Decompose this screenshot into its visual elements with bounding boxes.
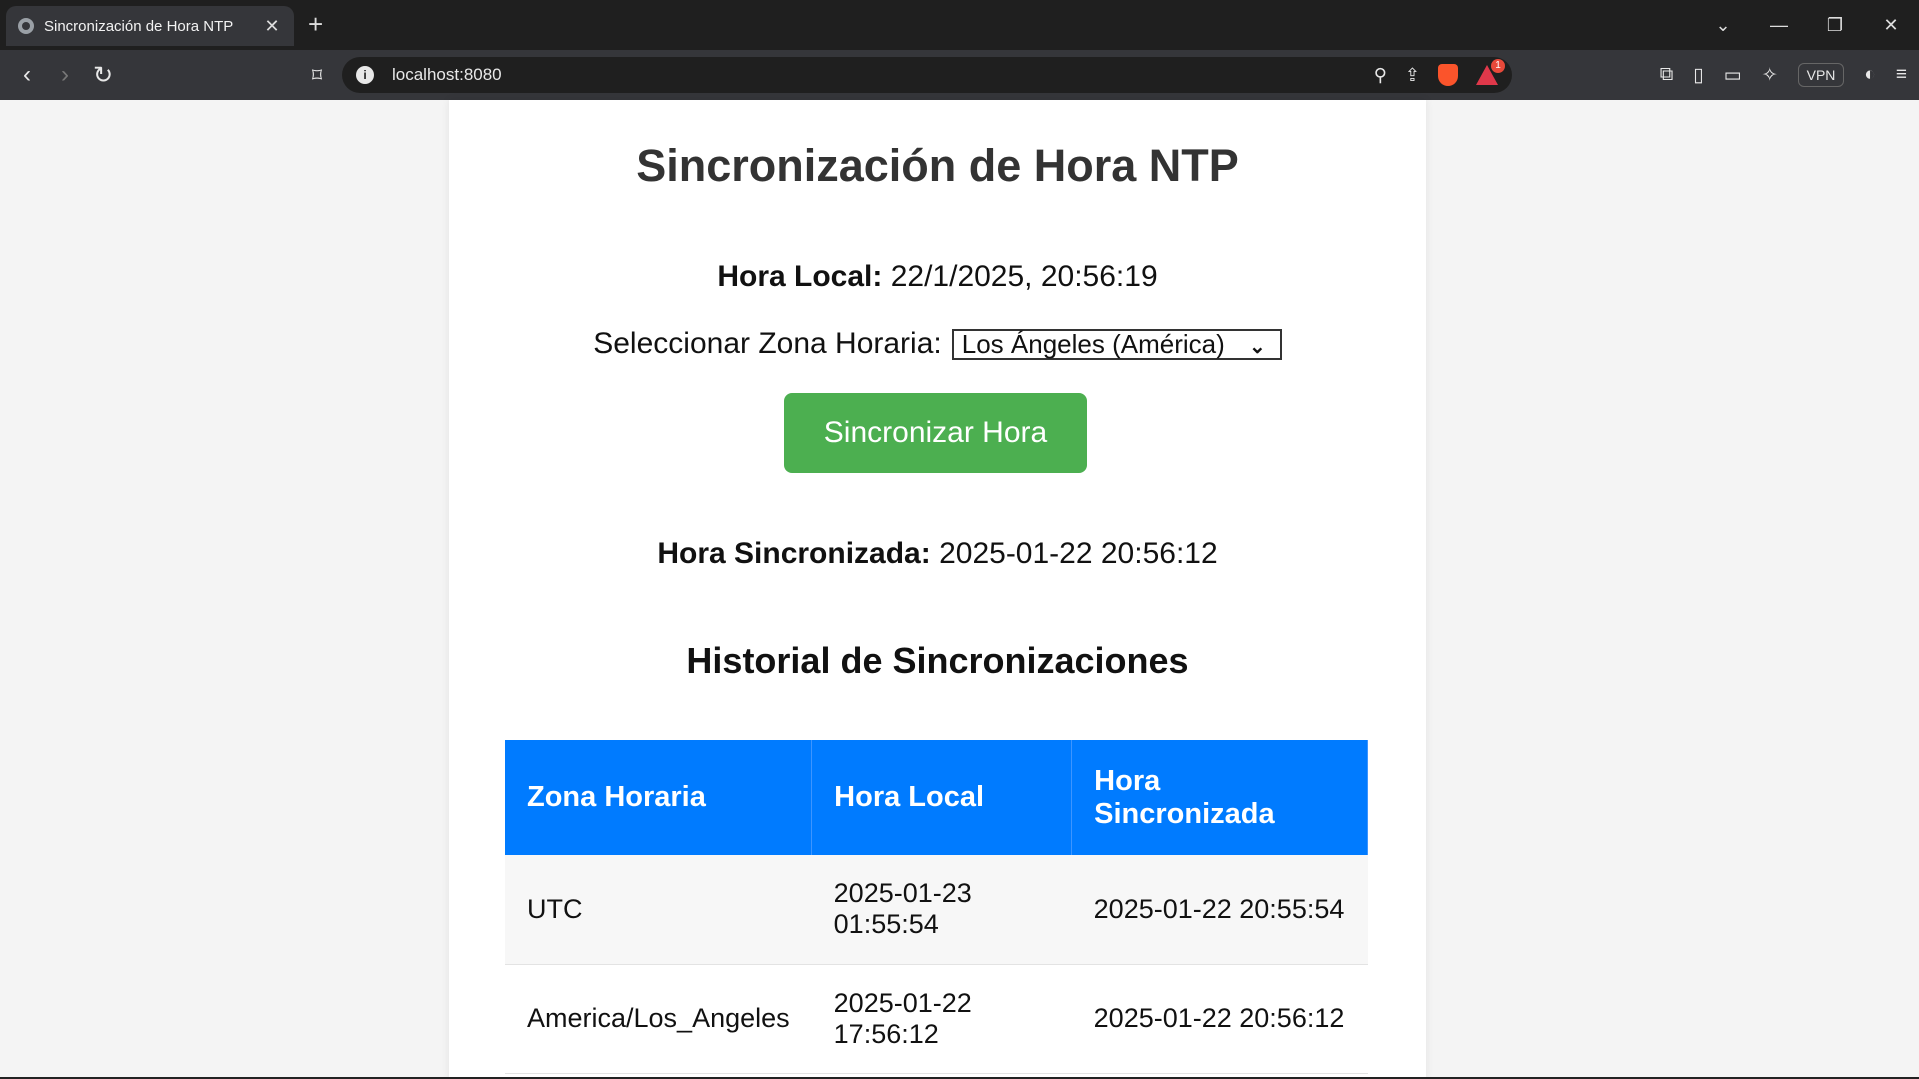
table-cell: UTC (505, 855, 812, 965)
history-heading: Historial de Sincronizaciones (686, 640, 1189, 681)
close-tab-icon[interactable]: ✕ (262, 16, 282, 37)
leo-ai-icon[interactable]: ✧ (1762, 64, 1778, 87)
history-table: Zona Horaria Hora Local Hora Sincronizad… (505, 740, 1368, 1074)
table-cell: America/Los_Angeles (505, 964, 812, 1074)
timezone-selected-value: Los Ángeles (América) (961, 328, 1225, 359)
globe-icon (18, 18, 34, 34)
local-time: Hora Local: 22/1/2025, 20:56:19 (449, 260, 1426, 294)
menu-icon[interactable]: ≡ (1896, 64, 1907, 86)
tab-list-chevron-icon[interactable]: ⌄ (1695, 15, 1751, 36)
page-container: Sincronización de Hora NTP Hora Local: 2… (449, 100, 1426, 1079)
table-cell: 2025-01-22 17:56:12 (811, 964, 1072, 1074)
column-header: Zona Horaria (505, 740, 813, 855)
forward-icon[interactable]: › (46, 61, 84, 89)
table-cell: 2025-01-22 20:56:12 (1071, 964, 1368, 1074)
column-header: Hora Sincronizada (1071, 740, 1368, 855)
new-tab-button[interactable]: + (308, 9, 323, 40)
synced-time: Hora Sincronizada: 2025-01-22 20:56:12 (449, 537, 1426, 571)
table-row: America/Los_Angeles 2025-01-22 17:56:12 … (505, 964, 1368, 1074)
profile-icon[interactable]: ◐ (1864, 64, 1875, 86)
timezone-label: Seleccionar Zona Horaria: (593, 327, 942, 360)
table-cell: 2025-01-23 01:55:54 (811, 855, 1072, 965)
brave-shields-icon[interactable] (1438, 64, 1458, 86)
reload-icon[interactable]: ↻ (84, 61, 122, 90)
wallet-icon[interactable]: ▭ (1724, 64, 1742, 87)
timezone-row: Seleccionar Zona Horaria: Los Ángeles (A… (449, 327, 1426, 361)
synced-time-value: 2025-01-22 20:56:12 (939, 537, 1218, 570)
page-title: Sincronización de Hora NTP (636, 140, 1239, 191)
local-time-value: 22/1/2025, 20:56:19 (890, 260, 1158, 293)
chevron-down-icon: ⌄ (1248, 335, 1266, 358)
toolbar-right-tools: ⧉ ▯ ▭ ✧ VPN ◐ ≡ (1640, 50, 1907, 100)
table-row: UTC 2025-01-23 01:55:54 2025-01-22 20:55… (505, 855, 1368, 965)
site-info-icon[interactable]: i (356, 66, 374, 84)
local-time-label: Hora Local: (717, 260, 883, 293)
table-header-row: Zona Horaria Hora Local Hora Sincronizad… (505, 740, 1368, 855)
url-text[interactable]: localhost:8080 (392, 65, 1356, 85)
browser-tab-strip: Sincronización de Hora NTP ✕ + ⌄ — ❐ ✕ (0, 0, 1919, 50)
restore-button[interactable]: ❐ (1807, 15, 1863, 36)
minimize-button[interactable]: — (1751, 15, 1807, 36)
share-icon[interactable]: ⇪ (1405, 65, 1420, 86)
timezone-select[interactable]: Los Ángeles (América) ⌄ (951, 328, 1282, 360)
synced-time-label: Hora Sincronizada: (657, 537, 931, 570)
tab-title: Sincronización de Hora NTP (44, 17, 234, 35)
zoom-icon[interactable]: ⚲ (1374, 65, 1387, 86)
sidebar-icon[interactable]: ▯ (1693, 64, 1703, 87)
address-bar[interactable]: i localhost:8080 ⚲ ⇪ 1 (342, 57, 1512, 93)
back-icon[interactable]: ‹ (8, 61, 46, 89)
rewards-badge: 1 (1491, 59, 1505, 73)
browser-tab[interactable]: Sincronización de Hora NTP ✕ (6, 6, 294, 46)
table-cell: 2025-01-22 20:55:54 (1071, 855, 1368, 965)
sync-time-button[interactable]: Sincronizar Hora (784, 393, 1087, 473)
browser-toolbar: ‹ › ↻ ⌑ i localhost:8080 ⚲ ⇪ 1 ⧉ ▯ ▭ ✧ V… (0, 50, 1919, 100)
close-window-button[interactable]: ✕ (1863, 15, 1919, 36)
window-controls: ⌄ — ❐ ✕ (1695, 0, 1919, 50)
vpn-button[interactable]: VPN (1797, 63, 1845, 87)
column-header: Hora Local (811, 740, 1073, 855)
brave-rewards-icon[interactable]: 1 (1476, 59, 1505, 85)
extensions-icon[interactable]: ⧉ (1660, 64, 1674, 86)
bookmark-icon[interactable]: ⌑ (302, 63, 332, 88)
